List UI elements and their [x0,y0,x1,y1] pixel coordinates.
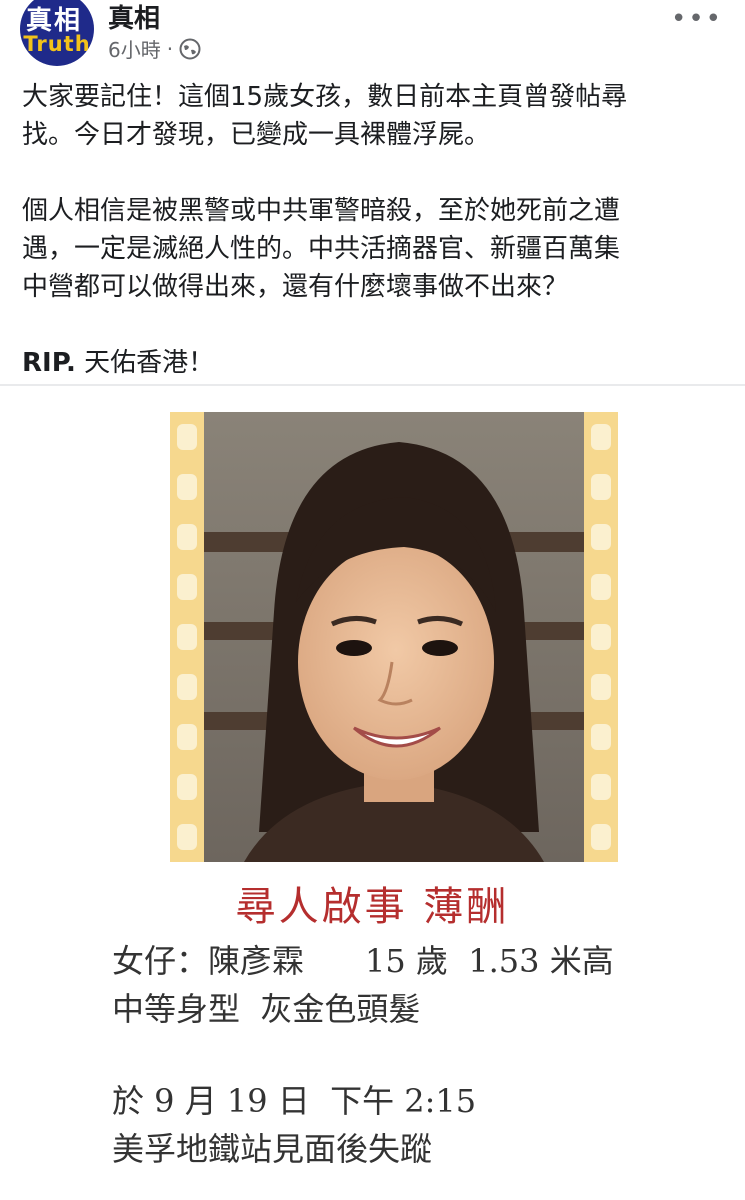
avatar-logo-subtext: Truth [23,32,91,56]
poster-details-build: 中等身型 灰金色頭髮 [112,990,421,1028]
post-line: 中營都可以做得出來，還有什麼壞事做不出來？ [22,272,569,302]
post-line: 大家要記住！這個15歲女孩，數日前本主頁曾發帖尋 [22,82,628,112]
missing-person-photo-frame [170,412,618,862]
meta-separator: · [166,36,174,61]
post-body: 大家要記住！這個15歲女孩，數日前本主頁曾發帖尋 找。今日才發現，已變成一具裸體… [22,78,727,382]
post-line: 個人相信是被黑警或中共軍警暗殺，至於她死前之遭 [22,196,621,226]
poster-title: 尋人啟事 薄酬 [235,884,510,930]
poster-details-location: 美孚地鐵站見面後失蹤 [112,1130,433,1168]
post-line: RIP. 天佑香港！ [22,344,727,382]
post-header: 真相 Truth 真相 6小時 · ••• [0,0,745,66]
film-strip-left [170,412,204,862]
post-line: 遇，一定是滅絕人性的。中共活摘器官、新疆百萬集 [22,234,621,264]
post-line-tail: 天佑香港！ [75,348,215,378]
page-avatar[interactable]: 真相 Truth [20,0,94,66]
post-rip: RIP. [22,348,76,378]
film-strip-right [584,412,618,862]
globe-icon [179,38,201,60]
poster-details-name: 女仔：陳彥霖 15 歲 1.53 米高 [112,942,614,980]
post-line: 找。今日才發現，已變成一具裸體浮屍。 [22,120,491,150]
post-meta: 6小時 · [108,34,201,63]
post-timestamp[interactable]: 6小時 [108,34,161,63]
poster-details-date: 於 9 月 19 日 下午 2:15 [112,1082,477,1120]
portrait-photo [204,412,584,862]
page-name-link[interactable]: 真相 [108,0,160,35]
more-options-icon[interactable]: ••• [671,4,723,34]
